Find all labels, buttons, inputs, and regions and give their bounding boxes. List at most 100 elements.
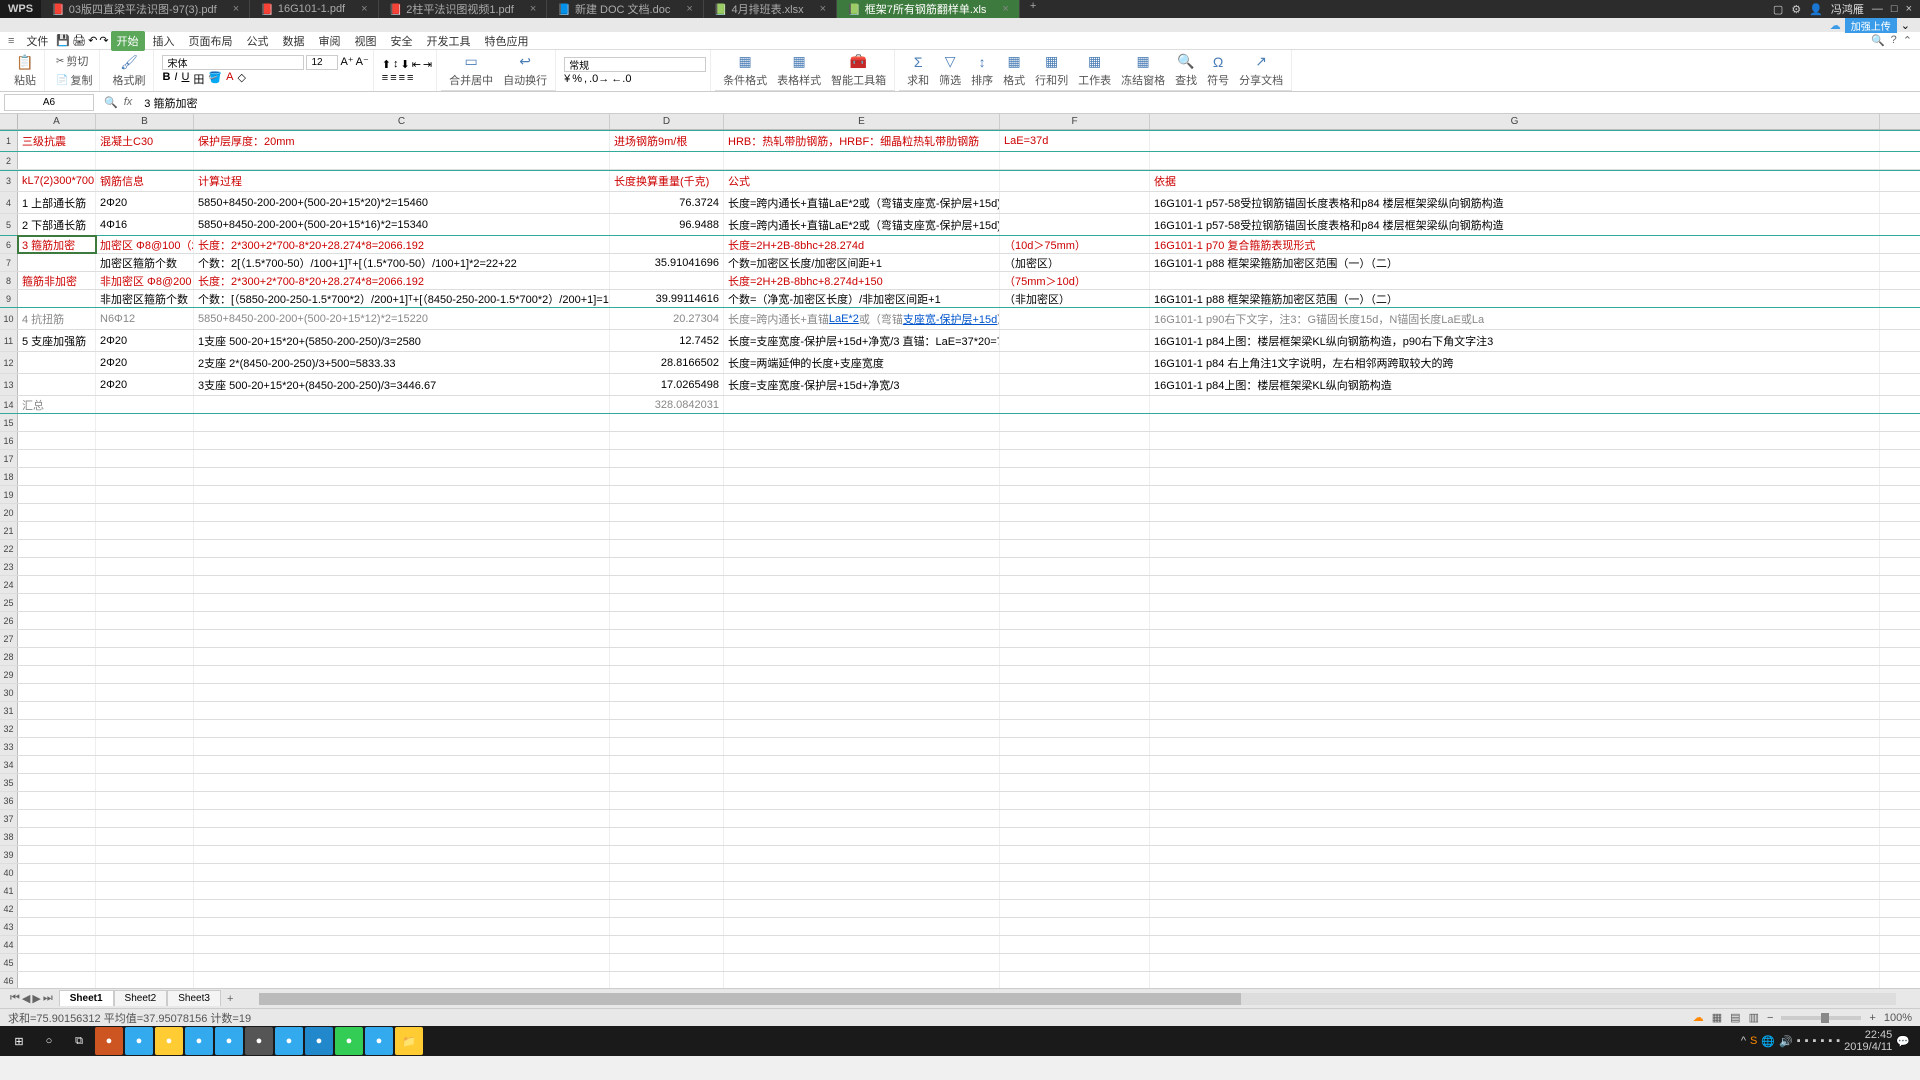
cell[interactable]: 2支座 2*(8450-200-250)/3+500=5833.33 [194,352,610,373]
doc-tab-3[interactable]: 📘新建 DOC 文档.doc× [547,0,704,18]
cell[interactable] [96,972,194,988]
cell[interactable]: 1 上部通长筋 [18,192,96,213]
cell[interactable]: 16G101-1 p88 框架梁箍筋加密区范围（一）（二） [1150,290,1880,307]
cell[interactable] [18,630,96,647]
align-center-icon[interactable]: ≡ [390,72,396,84]
window-icon[interactable]: ▢ [1773,3,1783,16]
cell[interactable] [18,738,96,755]
cell[interactable] [194,684,610,701]
row-header[interactable]: 2 [0,152,18,169]
cell[interactable] [610,900,724,917]
cell[interactable] [1150,131,1880,151]
cell[interactable] [1150,486,1880,503]
cell[interactable] [724,936,1000,953]
cell[interactable] [194,954,610,971]
cell[interactable]: LaE=37d [1000,131,1150,151]
border-button[interactable]: 田 [193,71,204,87]
cell[interactable]: 加密区箍筋个数 [96,254,194,271]
print-icon[interactable]: 🖨 [72,34,86,47]
cell[interactable] [1000,352,1150,373]
cell[interactable] [96,630,194,647]
cell[interactable]: 5850+8450-200-200+(500-20+15*20)*2=15460 [194,192,610,213]
row-header[interactable]: 35 [0,774,18,791]
cell[interactable]: 39.99114616 [610,290,724,307]
cell[interactable] [724,432,1000,449]
cell[interactable]: 依据 [1150,171,1880,191]
tray-ime-icon[interactable]: S [1750,1035,1757,1047]
row-header[interactable]: 38 [0,828,18,845]
cell[interactable]: 混凝土C30 [96,131,194,151]
cell[interactable] [1150,756,1880,773]
cell[interactable] [194,432,610,449]
cell[interactable] [1000,414,1150,431]
increase-font-icon[interactable]: A⁺ [340,55,353,70]
redo-icon[interactable]: ↷ [99,34,108,47]
cell[interactable] [1150,648,1880,665]
cell[interactable] [724,558,1000,575]
cell[interactable]: 2Φ20 [96,330,194,351]
row-header[interactable]: 12 [0,352,18,373]
horizontal-scrollbar[interactable] [259,993,1896,1005]
cell[interactable] [610,918,724,935]
cell[interactable]: 长度=2H+2B-8bhc+8.274d+150 [724,272,1000,289]
cell[interactable] [1150,774,1880,791]
cell[interactable] [1000,846,1150,863]
cell[interactable] [1150,152,1880,169]
decrease-font-icon[interactable]: A⁻ [356,55,369,70]
cell[interactable] [1150,450,1880,467]
cell[interactable] [724,540,1000,557]
cell[interactable] [18,882,96,899]
cell[interactable] [1150,864,1880,881]
row-header[interactable]: 44 [0,936,18,953]
taskview-icon[interactable]: ⧉ [65,1027,93,1055]
cell[interactable] [96,828,194,845]
row-header[interactable]: 3 [0,171,18,191]
cell[interactable]: 2Φ20 [96,352,194,373]
cell[interactable] [724,810,1000,827]
cell[interactable] [1150,900,1880,917]
doc-tab-1[interactable]: 📕16G101-1.pdf× [250,0,378,18]
doc-tab-2[interactable]: 📕2柱平法识图视频1.pdf× [379,0,548,18]
cell[interactable] [610,630,724,647]
cell[interactable] [724,864,1000,881]
cell[interactable] [724,612,1000,629]
col-header-G[interactable]: G [1150,114,1880,129]
cell[interactable] [1000,432,1150,449]
find-button[interactable]: 🔍查找 [1171,51,1201,90]
cell[interactable]: 个数：[（5850-200-250-1.5*700*2）/200+1]ᵀ+[（8… [194,290,610,307]
row-header[interactable]: 8 [0,272,18,289]
cell[interactable] [18,918,96,935]
cell[interactable] [1150,558,1880,575]
align-mid-icon[interactable]: ↕ [393,58,399,71]
tray-vol-icon[interactable]: 🔊 [1779,1035,1793,1048]
close-icon[interactable]: × [820,3,826,15]
row-header[interactable]: 37 [0,810,18,827]
cell[interactable] [18,648,96,665]
cell[interactable] [724,648,1000,665]
cell[interactable] [18,152,96,169]
first-sheet-icon[interactable]: ⏮ [10,992,20,1005]
cell[interactable] [724,792,1000,809]
cell[interactable] [96,702,194,719]
cell[interactable]: 长度=支座宽度-保护层+15d+净宽/3 直锚：LaE=37*20=740 [724,330,1000,351]
cell[interactable] [610,666,724,683]
cell[interactable] [96,152,194,169]
taskbar-app-3[interactable]: ● [155,1027,183,1055]
format-painter-button[interactable]: 🖌格式刷 [108,51,149,90]
indent-dec-icon[interactable]: ⇤ [412,58,421,71]
cell[interactable] [18,450,96,467]
cell[interactable] [194,720,610,737]
cell[interactable] [1000,192,1150,213]
row-header[interactable]: 26 [0,612,18,629]
cell[interactable] [1000,900,1150,917]
cell[interactable] [1000,558,1150,575]
cell[interactable]: 箍筋非加密 [18,272,96,289]
cell[interactable] [1150,468,1880,485]
cell[interactable] [1000,720,1150,737]
cell[interactable] [724,152,1000,169]
cell[interactable] [724,702,1000,719]
cell[interactable]: 长度=跨内通长+直锚LaE*2或（弯锚支座宽-保护层+15d)*2 [724,192,1000,213]
cell[interactable] [1000,330,1150,351]
row-header[interactable]: 11 [0,330,18,351]
smart-button[interactable]: 🧰智能工具箱 [827,51,890,90]
